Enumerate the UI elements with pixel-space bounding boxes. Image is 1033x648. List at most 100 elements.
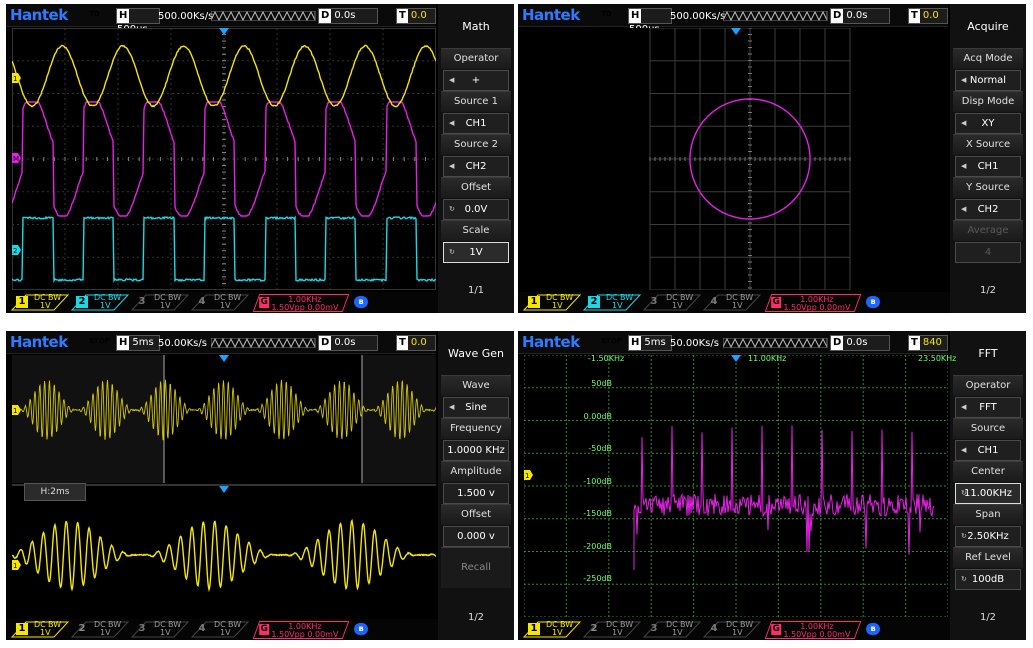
delay-label: D	[319, 336, 332, 350]
menu-item-span[interactable]: Span ↻ 2.50KHz	[953, 504, 1023, 547]
menu-item-value[interactable]: ↻ 1V	[443, 242, 509, 263]
menu-item-value[interactable]: ◀ Sine	[443, 397, 509, 418]
menu-item-scale[interactable]: Scale ↻ 1V	[441, 220, 511, 263]
bluetooth-icon[interactable]: ʙ	[354, 296, 368, 308]
ch4-status[interactable]: 4 DC BW 1V	[702, 294, 762, 311]
timebase-readout[interactable]: H500us	[628, 8, 672, 35]
menu-item-operator[interactable]: Operator ◀ +	[441, 48, 511, 91]
trigger-readout[interactable]: T 0.0	[908, 8, 948, 24]
menu-item-ref-level[interactable]: Ref Level ↻ 100dB	[953, 547, 1023, 590]
menu-item-source-2[interactable]: Source 2 ◀ CH2	[441, 134, 511, 177]
waveform-display[interactable]	[524, 28, 948, 290]
scope-panel-wavegen: Hantek STOP H 5ms 50.00Ks/s D 0.0s T 0.0 11…	[6, 331, 514, 640]
menu-page-indicator[interactable]: 1/2	[950, 612, 1026, 623]
ch3-status[interactable]: 3 DC BW 1V	[130, 621, 190, 638]
ch4-status[interactable]: 4 DC BW 1V	[702, 621, 762, 638]
menu-page-indicator[interactable]: 1/2	[950, 285, 1026, 296]
menu-item-source[interactable]: Source ◀ CH1	[953, 418, 1023, 461]
bluetooth-icon[interactable]: ʙ	[354, 623, 368, 635]
trigger-position-marker[interactable]	[731, 355, 741, 362]
ch4-status[interactable]: 4 DC BW 1V	[190, 294, 250, 311]
menu-item-value[interactable]: ◀ CH1	[955, 440, 1021, 461]
wave-generator-status[interactable]: G 1.00KHz 1.50Vpp 0.00mV	[252, 294, 350, 312]
menu-item-value[interactable]: ◀ +	[443, 70, 509, 91]
trigger-position-marker[interactable]	[219, 355, 229, 362]
menu-item-value[interactable]: ◀ CH2	[443, 156, 509, 177]
menu-item-value[interactable]: ↻ 0.0V	[443, 199, 509, 220]
delay-readout[interactable]: D 0.0s	[318, 335, 378, 351]
bluetooth-icon[interactable]: ʙ	[866, 296, 880, 308]
menu-item-offset[interactable]: Offset 0.000 v	[441, 504, 511, 547]
menu-item-source-1[interactable]: Source 1 ◀ CH1	[441, 91, 511, 134]
menu-item-y-source[interactable]: Y Source ◀ CH2	[953, 177, 1023, 220]
menu-item-center[interactable]: Center ↻ 11.00KHz	[953, 461, 1023, 504]
menu-item-acq-mode[interactable]: Acq Mode ◀ Normal	[953, 48, 1023, 91]
menu-item-average-count[interactable]: Average Count 4	[953, 220, 1023, 263]
menu-item-value[interactable]: ↻ 100dB	[955, 569, 1021, 590]
trigger-position-marker[interactable]	[219, 28, 229, 35]
timebase-readout[interactable]: H 5ms	[116, 335, 160, 351]
menu-page-indicator[interactable]: 1/1	[438, 285, 514, 296]
menu-item-recall[interactable]: Recall	[441, 547, 511, 589]
ch2-status[interactable]: 2 DC BW 1V	[70, 621, 130, 638]
wave-generator-status[interactable]: G 1.00KHz 1.50Vpp 0.00mV	[764, 294, 862, 312]
zoom-trigger-marker[interactable]	[219, 486, 229, 493]
menu-item-value[interactable]: ↻ 2.50KHz	[955, 526, 1021, 547]
menu-item-value[interactable]: 4	[955, 242, 1021, 263]
ch1-status[interactable]: 1 DC BW 1V	[10, 294, 70, 311]
wave-generator-status[interactable]: G 1.00KHz 1.50Vpp 0.00mV	[252, 621, 350, 639]
ch1-zoom-offset-marker[interactable]: 1	[12, 560, 21, 570]
ch1-status[interactable]: 1 DC BW 1V	[522, 621, 582, 638]
menu-item-disp-mode[interactable]: Disp Mode ◀ XY	[953, 91, 1023, 134]
menu-page-indicator[interactable]: 1/2	[438, 612, 514, 623]
ch3-status[interactable]: 3 DC BW 1V	[130, 294, 190, 311]
bluetooth-icon[interactable]: ʙ	[866, 623, 880, 635]
menu-item-amplitude[interactable]: Amplitude 1.500 v	[441, 461, 511, 504]
math-offset-marker[interactable]: M	[12, 153, 21, 163]
menu-item-value[interactable]: 1.0000 KHz	[443, 440, 509, 461]
trigger-position-marker[interactable]	[731, 28, 741, 35]
ch1-status[interactable]: 1 DC BW 1V	[522, 294, 582, 311]
menu-item-value[interactable]: ◀ FFT	[955, 397, 1021, 418]
ch2-offset-marker[interactable]: 2	[12, 245, 21, 255]
menu-item-value[interactable]: ◀ CH2	[955, 199, 1021, 220]
timebase-label: H	[629, 9, 642, 23]
menu-item-label: Scale	[441, 220, 511, 241]
waveform-display[interactable]: 1 M 2	[12, 28, 436, 290]
delay-value: 0.0s	[334, 10, 356, 21]
menu-item-frequency[interactable]: Frequency 1.0000 KHz	[441, 418, 511, 461]
trigger-readout[interactable]: T 0.0	[396, 335, 436, 351]
menu-item-offset[interactable]: Offset ↻ 0.0V	[441, 177, 511, 220]
menu-item-wave[interactable]: Wave ◀ Sine	[441, 375, 511, 418]
menu-item-value[interactable]: 0.000 v	[443, 526, 509, 547]
ch1-scale: 1V	[552, 301, 563, 310]
trigger-memory-bar-icon	[211, 338, 316, 348]
ch2-status[interactable]: 2 DC BW 1V	[582, 621, 642, 638]
ch4-number: 4	[198, 623, 206, 634]
delay-readout[interactable]: D 0.0s	[830, 8, 890, 24]
wave-generator-status[interactable]: G 1.00KHz 1.50Vpp 0.00mV	[764, 621, 862, 639]
menu-item-value[interactable]: ◀ Normal	[955, 70, 1021, 91]
ch2-status[interactable]: 2 DC BW 1V	[70, 294, 130, 311]
trigger-readout[interactable]: T 0.0	[396, 8, 436, 24]
menu-item-value[interactable]: ↻ 11.00KHz	[955, 483, 1021, 504]
menu-item-value[interactable]: ◀ CH1	[443, 113, 509, 134]
menu-item-label: Offset	[441, 504, 511, 525]
ch4-status[interactable]: 4 DC BW 1V	[190, 621, 250, 638]
menu-item-value[interactable]: ◀ XY	[955, 113, 1021, 134]
menu-item-value[interactable]: ◀ CH1	[955, 156, 1021, 177]
delay-readout[interactable]: D 0.0s	[830, 335, 890, 351]
menu-item-x-source[interactable]: X Source ◀ CH1	[953, 134, 1023, 177]
ch2-status[interactable]: 2 DC BW 1V	[582, 294, 642, 311]
menu-item-value[interactable]: 1.500 v	[443, 483, 509, 504]
ch3-status[interactable]: 3 DC BW 1V	[642, 294, 702, 311]
trigger-readout[interactable]: T 840	[908, 335, 948, 351]
ch1-status[interactable]: 1 DC BW 1V	[10, 621, 70, 638]
delay-readout[interactable]: D 0.0s	[318, 8, 378, 24]
timebase-readout[interactable]: H 5ms	[628, 335, 672, 351]
ch1-offset-marker[interactable]: 1	[524, 470, 533, 480]
menu-item-operator[interactable]: Operator ◀ FFT	[953, 375, 1023, 418]
timebase-readout[interactable]: H500us	[116, 8, 160, 35]
ch3-status[interactable]: 3 DC BW 1V	[642, 621, 702, 638]
svg-text:1: 1	[13, 562, 17, 570]
